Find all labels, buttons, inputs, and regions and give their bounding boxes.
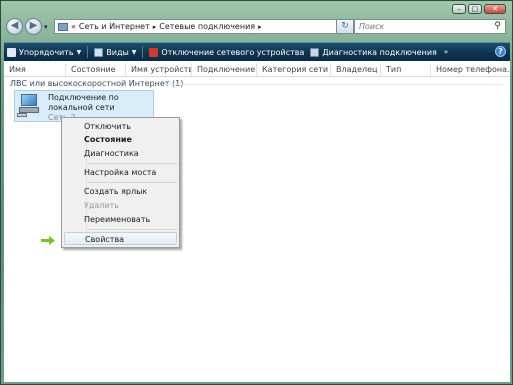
breadcrumb-network-connections[interactable]: Сетевые подключения [159, 22, 255, 31]
column-type[interactable]: Тип [381, 63, 431, 76]
group-divider [164, 84, 504, 85]
toolbar-divider [142, 46, 144, 58]
menu-item-delete: Удалить [84, 201, 119, 210]
network-folder-icon [58, 22, 68, 31]
chevron-down-icon: ▼ [76, 48, 82, 56]
breadcrumb-chevron-icon[interactable]: ▸ [153, 23, 157, 31]
column-device-name[interactable]: Имя устройства [126, 63, 192, 76]
close-button[interactable]: ✕ [484, 4, 506, 14]
organize-icon [7, 47, 16, 57]
chevron-down-icon: ▼ [131, 48, 137, 56]
organize-label: Упорядочить [19, 47, 74, 57]
column-header: Имя Состояние Имя устройства Подключение… [4, 63, 510, 77]
organize-button[interactable]: Упорядочить ▼ [4, 44, 84, 60]
toolbar-divider [87, 46, 89, 58]
refresh-button[interactable]: ↻ [336, 19, 354, 34]
toolbar-overflow-icon[interactable]: » [444, 48, 448, 56]
column-owner[interactable]: Владелец [331, 63, 381, 76]
menu-separator [88, 229, 177, 230]
menu-separator [88, 182, 177, 183]
search-box[interactable]: ⚲ [354, 19, 506, 34]
diagnose-icon [310, 47, 320, 57]
breadcrumb-overflow[interactable]: « [71, 22, 76, 31]
column-connectivity[interactable]: Подключение [192, 63, 257, 76]
column-name[interactable]: Имя [4, 63, 66, 76]
disable-network-icon [149, 47, 159, 57]
back-button[interactable]: ◀ [6, 18, 23, 35]
menu-item-create-shortcut[interactable]: Создать ярлык [83, 185, 178, 198]
menu-item-bridge[interactable]: Настройка моста [83, 166, 178, 179]
menu-item-properties[interactable]: Свойства [64, 232, 177, 245]
column-phone-number[interactable]: Номер телефона... [431, 63, 510, 76]
disable-device-label: Отключение сетевого устройства [161, 47, 305, 57]
item-name: Подключение по локальной сети [48, 93, 119, 112]
breadcrumb-network-internet[interactable]: Сеть и Интернет [79, 22, 150, 31]
menu-item-diagnose[interactable]: Диагностика [83, 147, 178, 160]
maximize-button[interactable]: □ [468, 4, 482, 14]
search-icon[interactable]: ⚲ [494, 21, 501, 31]
menu-item-status[interactable]: Состояние [83, 133, 178, 146]
disable-device-button[interactable]: Отключение сетевого устройства [146, 44, 307, 60]
command-bar: Упорядочить ▼ Виды ▼ Отключение сетевого… [4, 42, 510, 61]
menu-item-disable[interactable]: Отключить [83, 120, 178, 133]
address-bar[interactable]: « Сеть и Интернет ▸ Сетевые подключения … [54, 19, 354, 34]
views-icon [94, 47, 104, 57]
help-icon[interactable]: ? [495, 46, 506, 57]
minimize-button[interactable]: – [452, 4, 466, 14]
context-menu: Отключить Состояние Диагностика Настройк… [61, 117, 180, 248]
explorer-window: – □ ✕ ◀ ▶ ▾ « Сеть и Интернет ▸ Сетевые … [0, 0, 513, 385]
forward-button[interactable]: ▶ [25, 18, 42, 35]
menu-separator [88, 163, 177, 164]
column-status[interactable]: Состояние [66, 63, 126, 76]
pointer-arrow-icon [41, 236, 55, 245]
network-adapter-icon [17, 94, 41, 118]
window-controls: – □ ✕ [450, 4, 506, 14]
views-label: Виды [106, 47, 129, 57]
recent-pages-dropdown[interactable]: ▾ [44, 23, 48, 31]
column-network-category[interactable]: Категория сети [257, 63, 331, 76]
views-button[interactable]: Виды ▼ [91, 44, 139, 60]
group-header[interactable]: ЛВС или высокоскоростной Интернет (1) [10, 79, 183, 88]
diagnose-button[interactable]: Диагностика подключения [307, 44, 439, 60]
diagnose-label: Диагностика подключения [322, 47, 437, 57]
breadcrumb-chevron-icon[interactable]: ▸ [258, 23, 262, 31]
title-bar: – □ ✕ ◀ ▶ ▾ « Сеть и Интернет ▸ Сетевые … [1, 1, 512, 41]
search-input[interactable] [359, 21, 487, 32]
menu-item-rename[interactable]: Переименовать [83, 213, 178, 226]
